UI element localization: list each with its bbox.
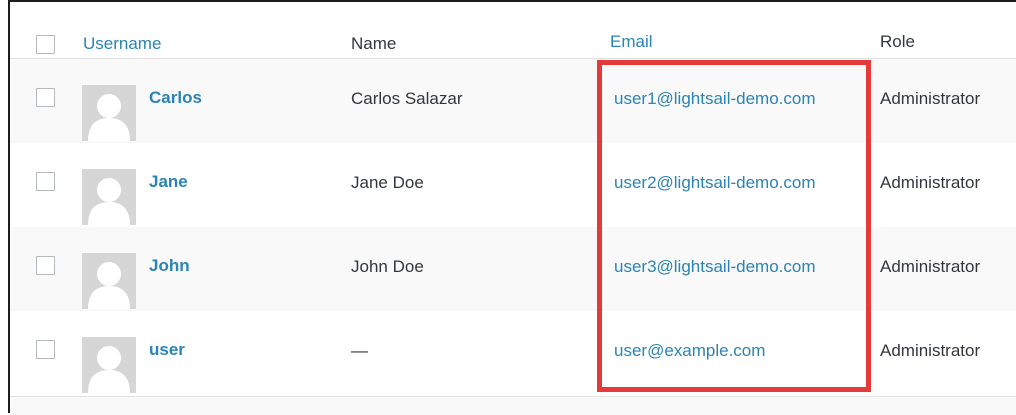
column-header-email[interactable]: Email xyxy=(610,32,653,52)
row-checkbox[interactable] xyxy=(36,340,55,359)
username-link[interactable]: user xyxy=(149,340,185,360)
user-role: Administrator xyxy=(880,89,981,108)
table-row: Jane Jane Doe user2@lightsail-demo.com A… xyxy=(10,143,1016,227)
user-name: Jane Doe xyxy=(351,173,424,192)
column-header-name: Name xyxy=(351,34,397,53)
table-footer-row xyxy=(10,397,1016,415)
user-name: Carlos Salazar xyxy=(351,89,463,108)
default-avatar-icon xyxy=(82,337,136,393)
user-name: John Doe xyxy=(351,257,424,276)
user-role: Administrator xyxy=(880,341,981,360)
default-avatar-icon xyxy=(82,85,136,141)
row-checkbox[interactable] xyxy=(36,256,55,275)
user-role: Administrator xyxy=(880,173,981,192)
row-checkbox[interactable] xyxy=(36,172,55,191)
table-header-row: Username Name Email Role xyxy=(10,2,1016,59)
select-all-checkbox[interactable] xyxy=(36,35,55,54)
username-link[interactable]: Jane xyxy=(149,172,188,192)
table-row: Carlos Carlos Salazar user1@lightsail-de… xyxy=(10,59,1016,143)
user-role: Administrator xyxy=(880,257,981,276)
email-link[interactable]: user1@lightsail-demo.com xyxy=(614,89,816,109)
user-name: — xyxy=(351,341,368,360)
column-header-username[interactable]: Username xyxy=(83,34,161,54)
column-header-role: Role xyxy=(880,32,915,51)
default-avatar-icon xyxy=(82,169,136,225)
username-link[interactable]: Carlos xyxy=(149,88,202,108)
table-row: John John Doe user3@lightsail-demo.com A… xyxy=(10,227,1016,311)
table-row: user — user@example.com Administrator xyxy=(10,311,1016,397)
email-link[interactable]: user2@lightsail-demo.com xyxy=(614,173,816,193)
users-table: Username Name Email Role Carlos Carlos S… xyxy=(8,0,1016,415)
email-link[interactable]: user3@lightsail-demo.com xyxy=(614,257,816,277)
username-link[interactable]: John xyxy=(149,256,190,276)
email-link[interactable]: user@example.com xyxy=(614,341,765,361)
default-avatar-icon xyxy=(82,253,136,309)
row-checkbox[interactable] xyxy=(36,88,55,107)
